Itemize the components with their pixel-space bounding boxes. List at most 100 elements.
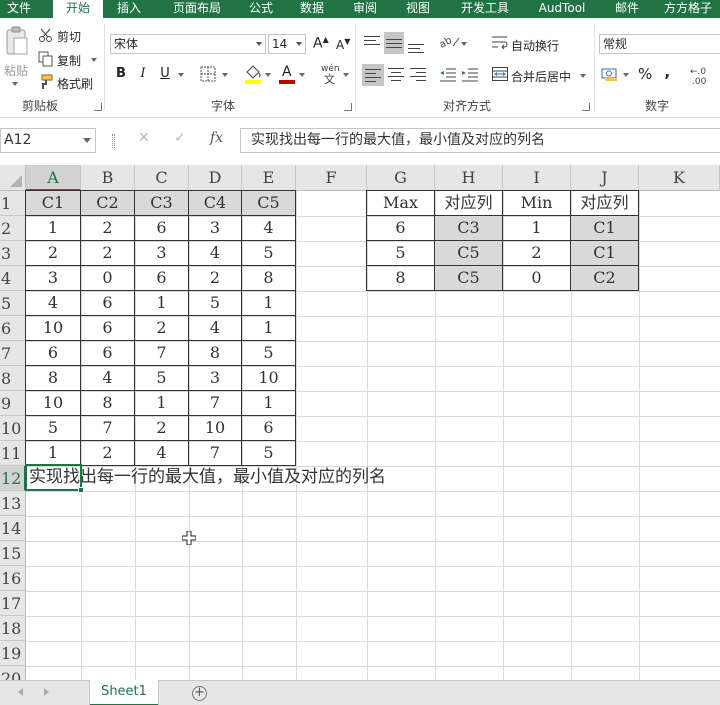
column-header[interactable]: A [26,165,81,191]
result-header-cell[interactable]: Max [366,190,435,216]
enter-icon[interactable]: ✓ [174,130,186,146]
table-cell[interactable]: 6 [135,216,189,241]
row-header[interactable]: 2 [0,216,26,241]
table-cell[interactable]: 4 [135,441,189,466]
column-header[interactable]: H [435,165,503,191]
fill-color-dropdown-icon[interactable] [265,73,271,77]
grow-font-button[interactable]: A▲ [313,35,329,52]
row-header[interactable]: 11 [0,441,26,466]
table-cell[interactable]: 3 [135,241,189,266]
font-size-select[interactable]: 14 [268,34,306,54]
table-cell[interactable]: 5 [25,416,81,441]
table-header-cell[interactable]: C5 [242,190,296,216]
result-cell[interactable]: 5 [366,241,435,266]
result-cell[interactable]: 6 [366,216,435,241]
italic-button[interactable]: I [134,64,152,84]
prev-sheet-icon[interactable] [18,688,23,696]
table-cell[interactable]: 6 [242,416,296,441]
middle-align-icon[interactable] [384,32,404,54]
shrink-font-button[interactable]: A▼ [336,37,350,52]
fill-handle[interactable] [78,487,84,493]
column-header[interactable]: D [189,165,242,191]
table-cell[interactable]: 4 [81,366,135,391]
number-format-select[interactable]: 常规 [599,34,720,54]
result-header-cell[interactable]: 对应列 [435,190,503,216]
clipboard-launcher-icon[interactable] [94,103,102,111]
result-cell[interactable]: C1 [571,241,639,266]
align-center-icon[interactable] [388,68,404,82]
table-cell[interactable]: 2 [81,216,135,241]
table-cell[interactable]: 3 [25,266,81,291]
table-cell[interactable]: 10 [242,366,296,391]
row-header[interactable]: 6 [0,316,26,341]
merge-dropdown-icon[interactable] [580,74,586,78]
font-name-select[interactable]: 宋体 [110,34,266,54]
decrease-indent-icon[interactable] [440,68,456,82]
table-cell[interactable]: 2 [135,416,189,441]
ribbon-tab[interactable]: 审阅 [341,0,389,18]
ribbon-tab[interactable]: 文件 [0,0,38,18]
formula-input[interactable]: 实现找出每一行的最大值，最小值及对应的列名 [240,128,720,153]
table-cell[interactable]: 6 [81,291,135,316]
increase-decimal-icon[interactable]: ←.0.00 [690,65,720,87]
paste-button[interactable]: 粘贴 [4,62,28,79]
next-sheet-icon[interactable] [44,688,49,696]
table-cell[interactable]: 8 [189,341,242,366]
row-header[interactable]: 19 [0,641,26,666]
row-header[interactable]: 3 [0,241,26,266]
table-cell[interactable]: 4 [189,316,242,341]
result-header-cell[interactable]: 对应列 [571,190,639,216]
table-cell[interactable]: 10 [25,316,81,341]
cancel-icon[interactable]: ✕ [138,130,150,146]
column-header[interactable]: K [639,165,720,191]
result-cell[interactable]: 1 [503,216,571,241]
row-header[interactable]: 14 [0,516,26,541]
table-cell[interactable]: 6 [81,316,135,341]
row-header[interactable]: 12 [0,466,26,491]
name-box[interactable]: A12 [0,128,96,153]
underline-dropdown-icon[interactable] [178,73,184,77]
table-cell[interactable]: 3 [189,216,242,241]
result-cell[interactable]: C5 [435,241,503,266]
table-cell[interactable]: 2 [81,241,135,266]
row-header[interactable]: 17 [0,591,26,616]
table-cell[interactable]: 2 [135,316,189,341]
result-cell[interactable]: 0 [503,266,571,291]
alignment-launcher-icon[interactable] [582,103,590,111]
table-cell[interactable]: 1 [242,291,296,316]
column-header[interactable]: G [367,165,435,191]
table-cell[interactable]: 5 [242,241,296,266]
table-cell[interactable]: 8 [242,266,296,291]
table-cell[interactable]: 5 [135,366,189,391]
increase-indent-icon[interactable] [462,68,478,82]
table-cell[interactable]: 1 [135,391,189,416]
row-header[interactable]: 10 [0,416,26,441]
font-color-icon[interactable]: A [278,64,296,84]
table-cell[interactable]: 4 [189,241,242,266]
ribbon-tab[interactable]: 数据 [288,0,336,18]
column-header[interactable]: E [242,165,296,191]
table-cell[interactable]: 10 [189,416,242,441]
table-cell[interactable]: 2 [189,266,242,291]
table-cell[interactable]: 4 [25,291,81,316]
table-cell[interactable]: 7 [81,416,135,441]
result-header-cell[interactable]: Min [503,190,571,216]
border-icon[interactable] [200,66,216,82]
table-cell[interactable]: 1 [25,216,81,241]
result-cell[interactable]: C2 [571,266,639,291]
table-cell[interactable]: 7 [189,441,242,466]
phonetic-dropdown-icon[interactable] [343,73,349,77]
ribbon-tab[interactable]: AudTool [525,0,599,18]
row-header[interactable]: 18 [0,616,26,641]
ribbon-tab[interactable]: 方方格子 [656,0,720,18]
table-cell[interactable]: 4 [242,216,296,241]
row-header[interactable]: 5 [0,291,26,316]
sheet-tab-sheet1[interactable]: Sheet1 [90,680,158,705]
column-header[interactable]: F [296,165,367,191]
row-header[interactable]: 4 [0,266,26,291]
table-cell[interactable]: 8 [81,391,135,416]
table-header-cell[interactable]: C2 [81,190,135,216]
result-cell[interactable]: C5 [435,266,503,291]
bottom-align-icon[interactable] [408,38,424,53]
column-header[interactable]: I [503,165,571,191]
